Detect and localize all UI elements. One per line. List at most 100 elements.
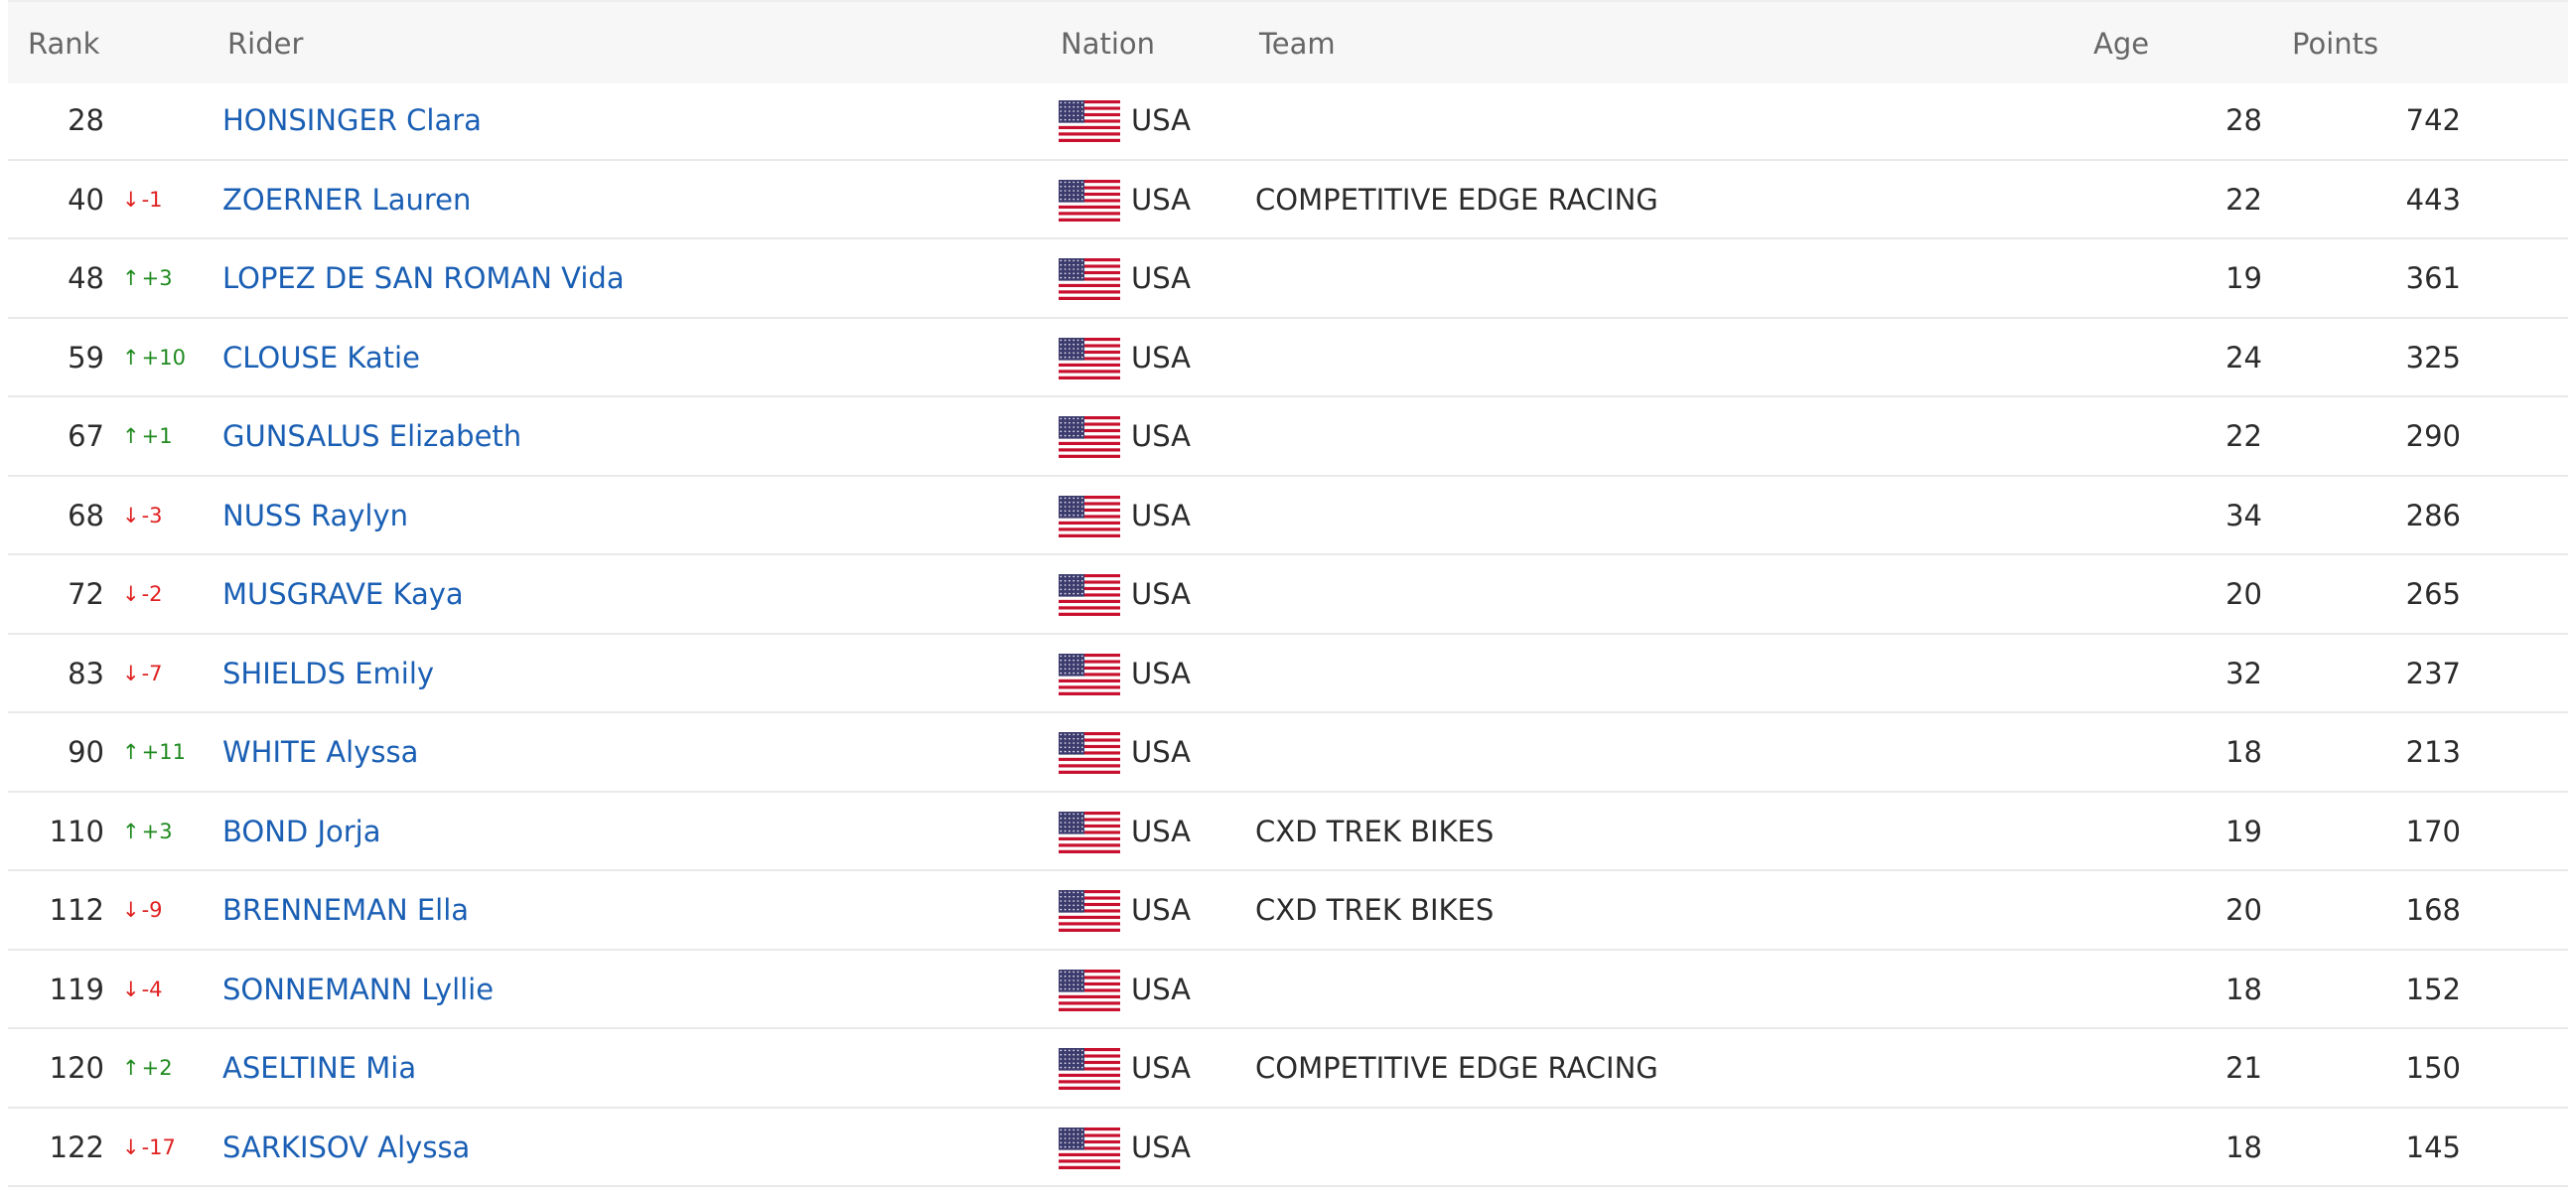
nation-value: USA bbox=[1131, 577, 1192, 611]
nation-value: USA bbox=[1131, 498, 1192, 532]
rider-link[interactable]: BRENNEMAN Ella bbox=[222, 871, 469, 949]
us-flag-icon bbox=[1059, 239, 1120, 317]
arrow-down-icon: ↓ bbox=[122, 503, 140, 527]
age-value: 18 bbox=[2225, 735, 2262, 769]
rank-change: ↑+1 bbox=[122, 397, 173, 475]
rank-change-value: +11 bbox=[141, 740, 186, 764]
table-row: 120 ↑+2 ASELTINE Mia USA COMPETITIVE EDGE RA… bbox=[8, 1029, 2568, 1109]
rider-link[interactable]: ASELTINE Mia bbox=[222, 1029, 416, 1107]
nation-value: USA bbox=[1131, 182, 1192, 217]
rank-value: 119 bbox=[49, 972, 104, 1006]
rank-value: 72 bbox=[68, 577, 104, 611]
rank-change: ↑+3 bbox=[122, 239, 173, 317]
age-value: 19 bbox=[2225, 814, 2262, 848]
rank-change: ↓-4 bbox=[122, 951, 163, 1028]
arrow-up-icon: ↑ bbox=[122, 1056, 140, 1080]
nation-value: USA bbox=[1131, 103, 1192, 137]
rank-change: ↑+2 bbox=[122, 1029, 173, 1107]
age-value: 20 bbox=[2225, 893, 2262, 927]
rankings-table: Rank Rider Nation Team Age Points 28 HONS… bbox=[0, 0, 2576, 1204]
table-row: 83 ↓-7 SHIELDS Emily USA 32 237 bbox=[8, 635, 2568, 713]
rider-link[interactable]: WHITE Alyssa bbox=[222, 713, 418, 791]
rider-column-header[interactable]: Rider bbox=[227, 26, 303, 62]
age-value: 20 bbox=[2225, 577, 2262, 611]
rank-change: ↓-17 bbox=[122, 1109, 176, 1186]
rider-link[interactable]: LOPEZ DE SAN ROMAN Vida bbox=[222, 239, 625, 317]
nation-value: USA bbox=[1131, 1129, 1192, 1164]
table-row: 67 ↑+1 GUNSALUS Elizabeth USA 22 290 bbox=[8, 397, 2568, 477]
rider-link[interactable]: SHIELDS Emily bbox=[222, 635, 434, 712]
rank-change-value: +3 bbox=[141, 266, 173, 290]
us-flag-icon bbox=[1059, 319, 1120, 396]
team-value: CXD TREK BIKES bbox=[1255, 893, 1495, 927]
age-value: 22 bbox=[2225, 419, 2262, 453]
rank-change: ↓-9 bbox=[122, 871, 163, 949]
rank-change-value: +2 bbox=[141, 1056, 173, 1080]
us-flag-icon bbox=[1059, 635, 1120, 712]
rank-value: 112 bbox=[49, 893, 104, 927]
rider-link[interactable]: SARKISOV Alyssa bbox=[222, 1109, 470, 1186]
arrow-down-icon: ↓ bbox=[122, 1134, 140, 1159]
arrow-up-icon: ↑ bbox=[122, 345, 140, 370]
points-value: 361 bbox=[2405, 261, 2461, 295]
rank-value: 68 bbox=[68, 498, 104, 532]
team-value: COMPETITIVE EDGE RACING bbox=[1255, 182, 1658, 217]
team-value: CXD TREK BIKES bbox=[1255, 814, 1495, 848]
rank-change-value: +10 bbox=[141, 345, 186, 370]
rider-link[interactable]: BOND Jorja bbox=[222, 793, 381, 870]
us-flag-icon bbox=[1059, 397, 1120, 475]
table-row: 68 ↓-3 NUSS Raylyn USA 34 286 bbox=[8, 477, 2568, 555]
rank-value: 122 bbox=[49, 1129, 104, 1164]
points-column-header[interactable]: Points bbox=[2292, 26, 2378, 62]
points-value: 290 bbox=[2405, 419, 2461, 453]
rank-change-value: -2 bbox=[141, 582, 163, 606]
team-value: COMPETITIVE EDGE RACING bbox=[1255, 1051, 1658, 1085]
points-value: 213 bbox=[2405, 735, 2461, 769]
team-column-header[interactable]: Team bbox=[1259, 26, 1336, 62]
us-flag-icon bbox=[1059, 871, 1120, 949]
table-header: Rank Rider Nation Team Age Points bbox=[8, 0, 2568, 83]
age-value: 22 bbox=[2225, 182, 2262, 217]
age-column-header[interactable]: Age bbox=[2093, 26, 2149, 62]
rank-column-header[interactable]: Rank bbox=[28, 26, 99, 62]
rider-link[interactable]: ZOERNER Lauren bbox=[222, 161, 471, 238]
arrow-down-icon: ↓ bbox=[122, 977, 140, 1001]
rank-value: 90 bbox=[68, 735, 104, 769]
us-flag-icon bbox=[1059, 477, 1120, 554]
us-flag-icon bbox=[1059, 713, 1120, 791]
rank-change-value: +1 bbox=[141, 424, 173, 448]
nation-value: USA bbox=[1131, 735, 1192, 769]
age-value: 32 bbox=[2225, 656, 2262, 690]
rank-change-value: -7 bbox=[141, 661, 163, 685]
table-row: 119 ↓-4 SONNEMANN Lyllie USA 18 152 bbox=[8, 951, 2568, 1029]
rider-link[interactable]: HONSINGER Clara bbox=[222, 81, 482, 159]
us-flag-icon bbox=[1059, 81, 1120, 159]
rank-change: ↑+11 bbox=[122, 713, 186, 791]
rank-change: ↓-3 bbox=[122, 477, 163, 554]
rank-change-value: +3 bbox=[141, 819, 173, 843]
table-row: 40 ↓-1 ZOERNER Lauren USA COMPETITIVE EDGE R… bbox=[8, 161, 2568, 239]
age-value: 19 bbox=[2225, 261, 2262, 295]
arrow-up-icon: ↑ bbox=[122, 424, 140, 448]
nation-value: USA bbox=[1131, 656, 1192, 690]
rider-link[interactable]: GUNSALUS Elizabeth bbox=[222, 397, 521, 475]
rider-link[interactable]: MUSGRAVE Kaya bbox=[222, 555, 464, 633]
us-flag-icon bbox=[1059, 161, 1120, 238]
points-value: 145 bbox=[2405, 1129, 2461, 1164]
arrow-up-icon: ↑ bbox=[122, 266, 140, 290]
rider-link[interactable]: SONNEMANN Lyllie bbox=[222, 951, 494, 1028]
points-value: 170 bbox=[2405, 814, 2461, 848]
rank-change: ↓-2 bbox=[122, 555, 163, 633]
rank-change-value: -9 bbox=[141, 898, 163, 922]
us-flag-icon bbox=[1059, 793, 1120, 870]
arrow-up-icon: ↑ bbox=[122, 740, 140, 764]
nation-column-header[interactable]: Nation bbox=[1061, 26, 1155, 62]
rank-change-value: -17 bbox=[141, 1134, 176, 1159]
points-value: 325 bbox=[2405, 340, 2461, 375]
table-row: 90 ↑+11 WHITE Alyssa USA 18 213 bbox=[8, 713, 2568, 793]
table-row: 48 ↑+3 LOPEZ DE SAN ROMAN Vida USA 19 361 bbox=[8, 239, 2568, 319]
table-row: 59 ↑+10 CLOUSE Katie USA 24 325 bbox=[8, 319, 2568, 397]
rider-link[interactable]: NUSS Raylyn bbox=[222, 477, 408, 554]
us-flag-icon bbox=[1059, 951, 1120, 1028]
rider-link[interactable]: CLOUSE Katie bbox=[222, 319, 420, 396]
